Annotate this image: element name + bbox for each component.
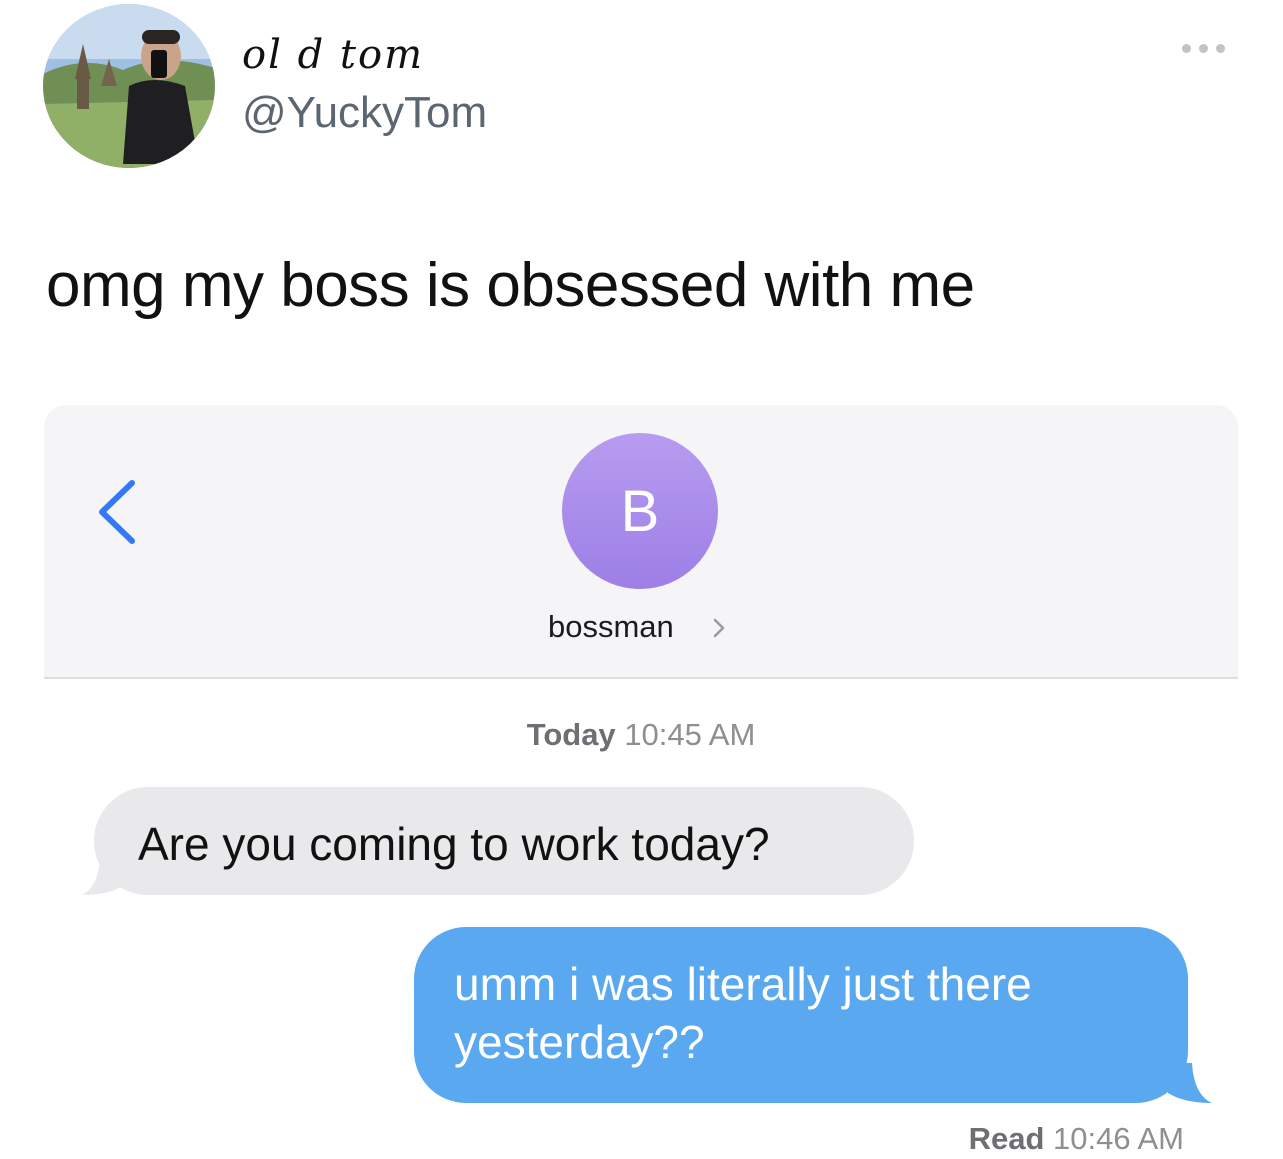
display-name[interactable]: ol d tom bbox=[242, 32, 424, 78]
ellipsis-icon[interactable] bbox=[1182, 38, 1234, 58]
outgoing-message-line: umm i was literally just there bbox=[454, 958, 1032, 1010]
read-receipt: Read 10:46 AM bbox=[969, 1121, 1184, 1157]
chevron-left-icon[interactable] bbox=[94, 477, 140, 547]
contact-name[interactable]: bossman bbox=[548, 609, 674, 645]
messages-screenshot: B bossman Today 10:45 AM Are you coming … bbox=[44, 405, 1238, 1159]
tweet-text: omg my boss is obsessed with me bbox=[46, 251, 975, 320]
contact-avatar[interactable]: B bbox=[562, 433, 718, 589]
incoming-message-bubble[interactable]: Are you coming to work today? bbox=[94, 787, 914, 895]
profile-photo bbox=[43, 4, 215, 168]
read-label: Read bbox=[968, 1121, 1045, 1156]
user-handle[interactable]: @YuckyTom bbox=[242, 88, 487, 138]
read-time: 10:46 AM bbox=[1053, 1121, 1184, 1156]
outgoing-message-line: yesterday?? bbox=[454, 1016, 705, 1068]
tweet-header: ol d tom @YuckyTom bbox=[0, 0, 1283, 190]
conversation-header: B bossman bbox=[44, 405, 1238, 679]
chevron-right-icon[interactable] bbox=[712, 617, 726, 639]
outgoing-message-bubble[interactable]: umm i was literally just there yesterday… bbox=[414, 927, 1188, 1103]
timestamp-time: 10:45 AM bbox=[624, 717, 756, 752]
profile-avatar[interactable] bbox=[43, 4, 215, 168]
timestamp-day: Today bbox=[526, 717, 616, 752]
message-timestamp: Today 10:45 AM bbox=[44, 717, 1238, 753]
